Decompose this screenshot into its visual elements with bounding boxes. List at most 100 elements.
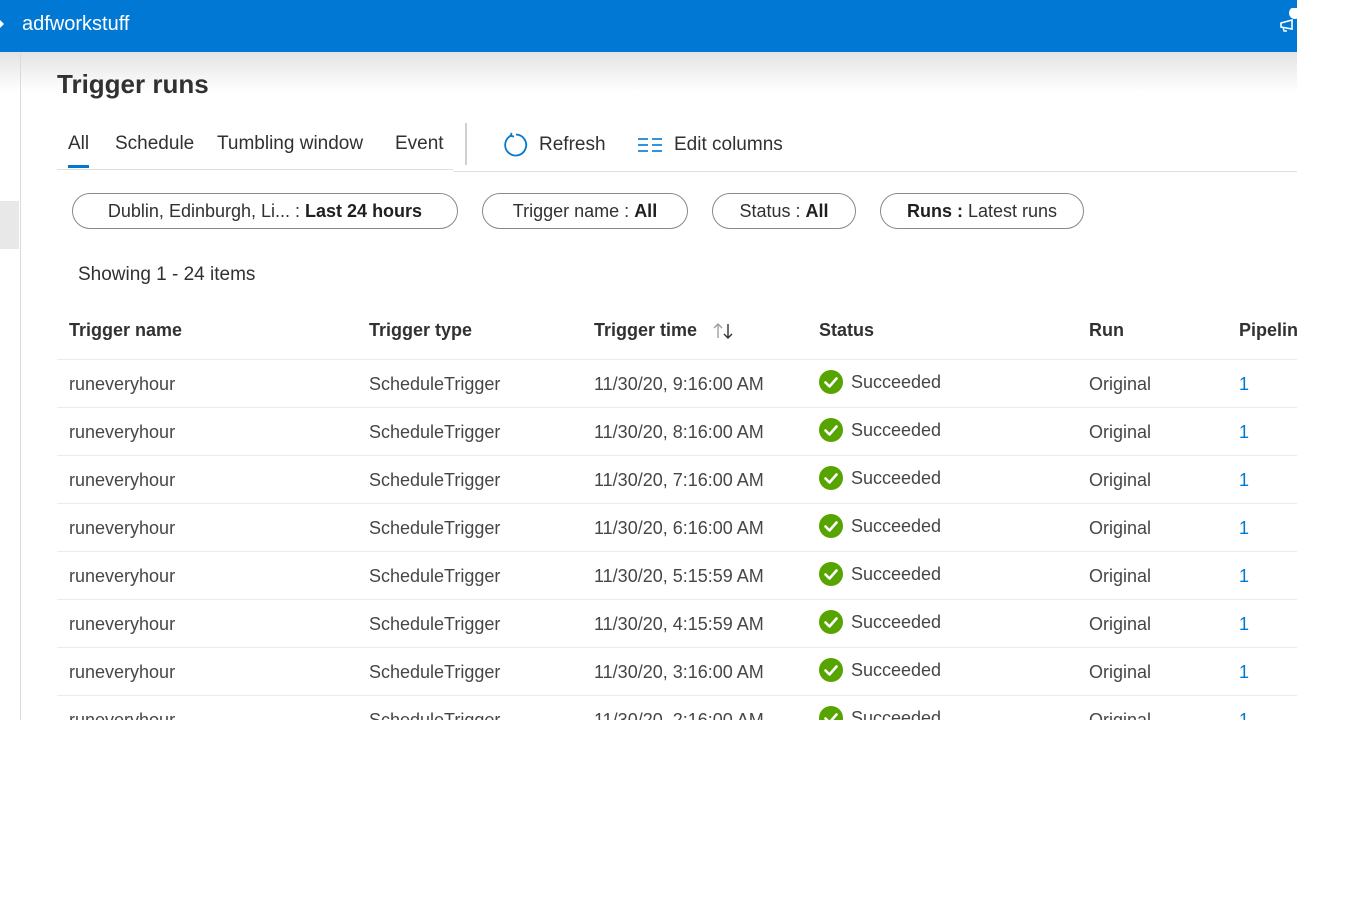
filter-sep: : <box>290 201 306 221</box>
table-row[interactable]: runeveryhour ScheduleTrigger 11/30/20, 9:1… <box>57 360 1297 408</box>
table-row[interactable]: runeveryhour ScheduleTrigger 11/30/20, 6:1… <box>57 504 1297 552</box>
trigger-name-cell: runeveryhour <box>69 470 176 490</box>
column-header-status[interactable]: Status <box>819 318 874 342</box>
pipelines-link[interactable]: 1 <box>1239 564 1249 588</box>
status-filter[interactable]: Status : All <box>712 193 856 229</box>
item-count: Showing 1 - 24 items <box>78 264 256 285</box>
filter-sep: : <box>790 201 806 221</box>
run-cell: Original <box>1089 566 1152 586</box>
pipelines-link[interactable]: 1 <box>1239 612 1249 636</box>
top-bar: adfworkstuff <box>0 0 1297 52</box>
edit-columns-button[interactable]: Edit columns <box>636 130 783 160</box>
status-cell: Succeeded <box>819 370 941 394</box>
page-title: Trigger runs <box>57 69 209 99</box>
trigger-name-cell: runeveryhour <box>69 662 176 682</box>
run-cell: Original <box>1089 374 1152 394</box>
table-row[interactable]: runeveryhour ScheduleTrigger 11/30/20, 4:1… <box>57 600 1297 648</box>
run-cell: Original <box>1089 710 1152 720</box>
success-check-icon <box>819 466 843 490</box>
sidebar-divider <box>20 52 21 720</box>
success-check-icon <box>819 562 843 586</box>
filter-value: All <box>634 201 658 221</box>
toolbar-underline <box>453 171 1297 172</box>
filter-name: Runs : <box>906 201 963 221</box>
tab-event[interactable]: Event <box>395 132 444 156</box>
trigger-type-cell: ScheduleTrigger <box>369 422 501 442</box>
sidebar <box>0 52 20 720</box>
trigger-type-cell: ScheduleTrigger <box>369 518 501 538</box>
run-cell: Original <box>1089 662 1152 682</box>
table-row[interactable]: runeveryhour ScheduleTrigger 11/30/20, 8:1… <box>57 408 1297 456</box>
run-cell: Original <box>1089 470 1152 490</box>
sort-icon[interactable] <box>712 322 736 340</box>
trigger-time-cell: 11/30/20, 5:15:59 AM <box>594 566 764 586</box>
status-label: Succeeded <box>851 516 942 536</box>
refresh-button[interactable]: Refresh <box>501 130 606 160</box>
trigger-type-cell: ScheduleTrigger <box>369 662 501 682</box>
success-check-icon <box>819 706 843 720</box>
status-cell: Succeeded <box>819 562 941 586</box>
refresh-label: Refresh <box>539 134 606 155</box>
success-check-icon <box>819 658 843 682</box>
megaphone-icon[interactable] <box>1278 8 1297 32</box>
trigger-time-cell: 11/30/20, 9:16:00 AM <box>594 374 764 394</box>
pipelines-link[interactable]: 1 <box>1239 660 1249 684</box>
success-check-icon <box>819 370 843 394</box>
filter-name: Dublin, Edinburgh, Li... <box>107 201 291 221</box>
sidebar-item-selected[interactable] <box>0 201 19 249</box>
column-header-label: Trigger time <box>594 320 698 340</box>
trigger-time-cell: 11/30/20, 7:16:00 AM <box>594 470 764 490</box>
run-cell: Original <box>1089 614 1152 634</box>
status-label: Succeeded <box>851 372 942 392</box>
tab-all[interactable]: All <box>68 132 90 168</box>
column-header-trigger-type[interactable]: Trigger type <box>369 318 472 342</box>
trigger-name-cell: runeveryhour <box>69 422 176 442</box>
pipelines-link[interactable]: 1 <box>1239 420 1249 444</box>
viewport: adfworkstuff Trigger runs All Schedule T… <box>0 0 1297 720</box>
time-range-filter[interactable]: Dublin, Edinburgh, Li... : Last 24 hours <box>72 193 458 229</box>
trigger-type-cell: ScheduleTrigger <box>369 374 501 394</box>
trigger-time-cell: 11/30/20, 2:16:00 AM <box>594 710 764 720</box>
trigger-type-cell: ScheduleTrigger <box>369 470 501 490</box>
column-header-trigger-time[interactable]: Trigger time <box>594 318 736 342</box>
column-header-run[interactable]: Run <box>1089 318 1124 342</box>
pipelines-link[interactable]: 1 <box>1239 516 1249 540</box>
trigger-time-cell: 11/30/20, 3:16:00 AM <box>594 662 764 682</box>
table-row[interactable]: runeveryhour ScheduleTrigger 11/30/20, 3:1… <box>57 648 1297 696</box>
table-row[interactable]: runeveryhour ScheduleTrigger 11/30/20, 7:1… <box>57 456 1297 504</box>
tab-tumbling-window[interactable]: Tumbling window <box>217 132 363 156</box>
trigger-name-cell: runeveryhour <box>69 518 176 538</box>
edit-columns-icon <box>636 131 664 159</box>
column-header-pipelines[interactable]: Pipelin <box>1239 318 1297 342</box>
filter-value: Last 24 hours <box>305 201 423 221</box>
status-label: Succeeded <box>851 660 942 680</box>
trigger-name-filter[interactable]: Trigger name : All <box>482 193 688 229</box>
trigger-type-cell: ScheduleTrigger <box>369 710 501 720</box>
app-title: adfworkstuff <box>22 13 130 35</box>
filter-value: Latest runs <box>967 201 1058 221</box>
trigger-time-cell: 11/30/20, 8:16:00 AM <box>594 422 764 442</box>
status-label: Succeeded <box>851 708 942 720</box>
trigger-name-cell: runeveryhour <box>69 374 176 394</box>
status-label: Succeeded <box>851 468 942 488</box>
pipelines-link[interactable]: 1 <box>1239 468 1249 492</box>
pipelines-link[interactable]: 1 <box>1239 372 1249 396</box>
status-cell: Succeeded <box>819 706 941 720</box>
status-label: Succeeded <box>851 564 942 584</box>
table-row[interactable]: runeveryhour ScheduleTrigger 11/30/20, 2:1… <box>57 696 1297 720</box>
refresh-icon <box>501 131 529 159</box>
pipelines-link[interactable]: 1 <box>1239 708 1249 720</box>
trigger-name-cell: runeveryhour <box>69 614 176 634</box>
trigger-time-cell: 11/30/20, 4:15:59 AM <box>594 614 764 634</box>
column-header-trigger-name[interactable]: Trigger name <box>69 318 182 342</box>
expand-caret-icon[interactable] <box>0 20 4 28</box>
tab-schedule[interactable]: Schedule <box>115 132 194 156</box>
status-label: Succeeded <box>851 420 942 440</box>
success-check-icon <box>819 610 843 634</box>
trigger-type-cell: ScheduleTrigger <box>369 614 501 634</box>
status-cell: Succeeded <box>819 418 941 442</box>
runs-filter[interactable]: Runs : Latest runs <box>880 193 1084 229</box>
toolbar-divider <box>465 123 467 165</box>
filter-name: Status <box>739 201 791 221</box>
table-row[interactable]: runeveryhour ScheduleTrigger 11/30/20, 5:1… <box>57 552 1297 600</box>
